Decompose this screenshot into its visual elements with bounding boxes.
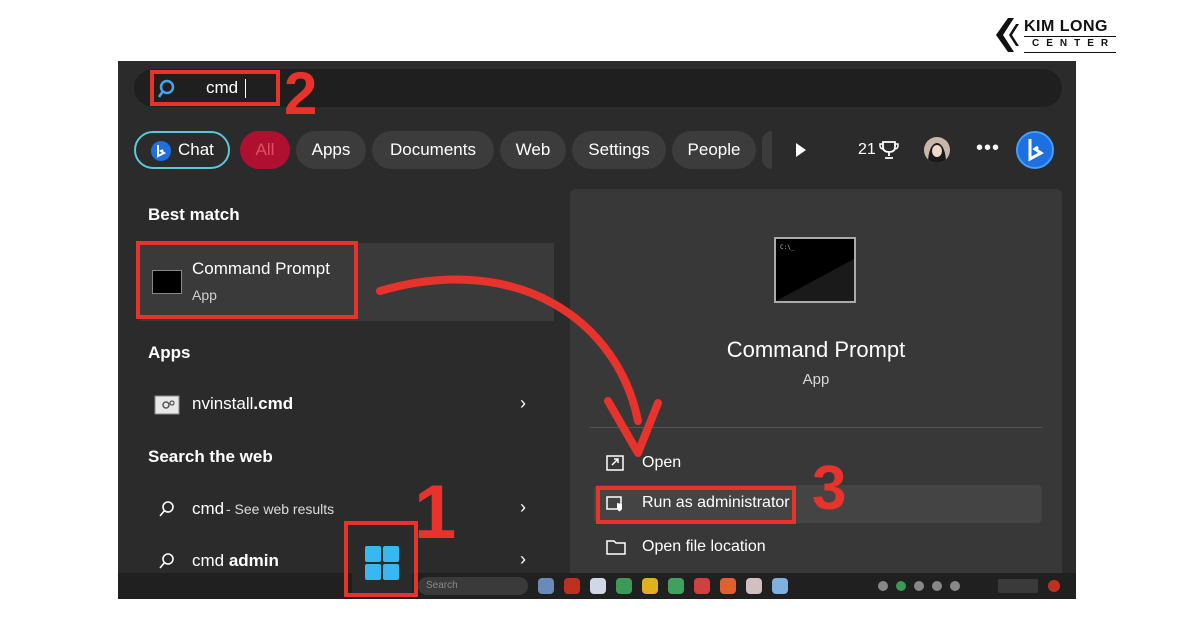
step-number-3: 3 bbox=[812, 454, 847, 523]
logo-mark-icon bbox=[996, 18, 1019, 52]
logo-text-center: CENTER bbox=[1032, 38, 1116, 49]
annotation-arrow bbox=[376, 275, 662, 457]
kim-long-center-logo: KIM LONG CENTER bbox=[992, 16, 1122, 54]
logo-text-kim-long: KIM LONG bbox=[1024, 18, 1108, 35]
logo-rule-bottom bbox=[1024, 52, 1116, 53]
windows-search-window: cmd Chat All Apps Documents Web Settings… bbox=[118, 61, 1076, 599]
step-number-2: 2 bbox=[284, 61, 318, 127]
logo-rule bbox=[1024, 36, 1116, 37]
step-number-1: 1 bbox=[414, 470, 457, 555]
